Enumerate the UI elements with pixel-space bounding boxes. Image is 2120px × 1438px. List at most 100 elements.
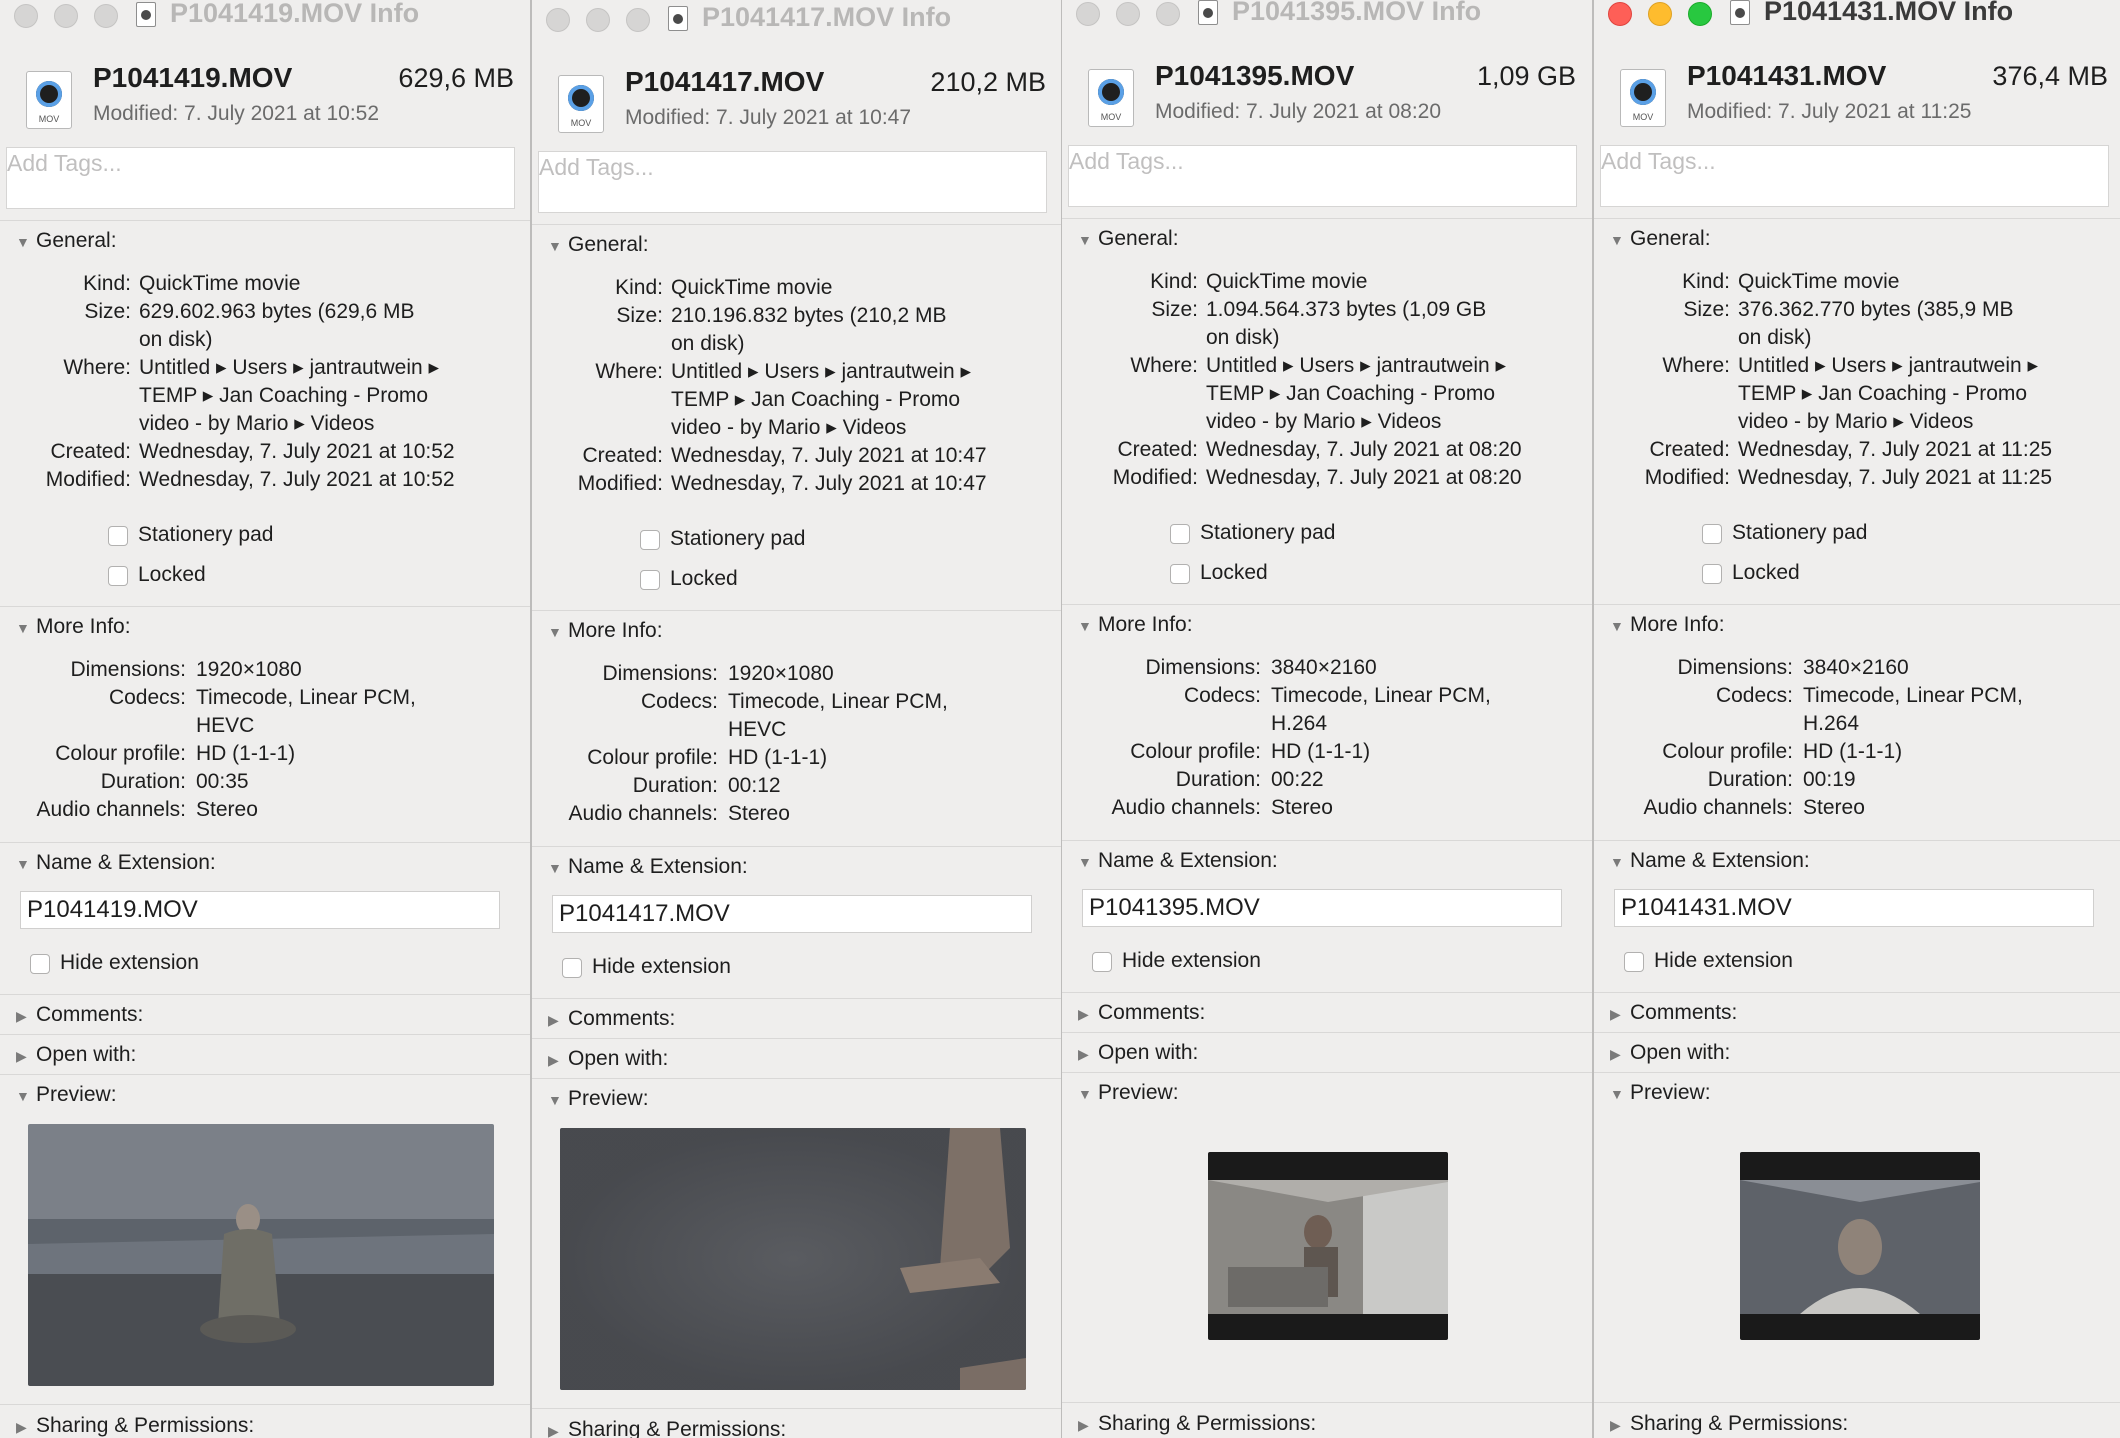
preview-section[interactable]: ▼ Preview: [1610, 1081, 1711, 1105]
stationery-pad-checkbox[interactable] [108, 526, 128, 546]
name-extension-section[interactable]: ▼ Name & Extension: [548, 855, 748, 879]
name-extension-section[interactable]: ▼ Name & Extension: [1610, 849, 1810, 873]
disclosure-open-icon[interactable]: ▼ [548, 860, 568, 876]
name-extension-section[interactable]: ▼ Name & Extension: [16, 851, 216, 875]
general-section[interactable]: ▼ General: [548, 233, 649, 257]
stationery-pad-checkbox[interactable] [640, 530, 660, 550]
title-bar[interactable]: P1041417.MOV Info [532, 0, 1062, 32]
locked-checkbox[interactable] [1702, 564, 1722, 584]
general-section[interactable]: ▼ General: [1078, 227, 1179, 251]
disclosure-open-icon[interactable]: ▼ [1610, 232, 1630, 248]
disclosure-closed-icon[interactable]: ▶ [16, 1048, 36, 1065]
comments-section[interactable]: ▶ Comments: [16, 1003, 143, 1027]
disclosure-closed-icon[interactable]: ▶ [548, 1052, 568, 1069]
disclosure-closed-icon[interactable]: ▶ [16, 1419, 36, 1436]
minimize-button[interactable] [1116, 2, 1140, 26]
disclosure-closed-icon[interactable]: ▶ [1078, 1417, 1098, 1434]
tags-field[interactable]: Add Tags... [6, 147, 515, 209]
disclosure-closed-icon[interactable]: ▶ [1078, 1006, 1098, 1023]
open-with-section[interactable]: ▶ Open with: [1610, 1041, 1730, 1065]
disclosure-open-icon[interactable]: ▼ [1610, 1086, 1630, 1102]
zoom-button[interactable] [1688, 2, 1712, 26]
hide-extension-checkbox[interactable] [562, 958, 582, 978]
info-window[interactable]: P1041419.MOV Info MOV P1041419.MOV 629,6 MB… [0, 0, 530, 1438]
tags-field[interactable]: Add Tags... [1600, 145, 2109, 207]
more-info-section[interactable]: ▼ More Info: [1610, 613, 1725, 637]
name-extension-input[interactable]: P1041419.MOV [20, 891, 500, 929]
preview-section[interactable]: ▼ Preview: [1078, 1081, 1179, 1105]
sharing-permissions-section[interactable]: ▶ Sharing & Permissions: [16, 1414, 254, 1438]
close-button[interactable] [1608, 2, 1632, 26]
disclosure-closed-icon[interactable]: ▶ [1610, 1417, 1630, 1434]
open-with-section[interactable]: ▶ Open with: [16, 1043, 136, 1067]
disclosure-closed-icon[interactable]: ▶ [1610, 1006, 1630, 1023]
name-extension-input[interactable]: P1041431.MOV [1614, 889, 2094, 927]
stationery-pad-checkbox[interactable] [1170, 524, 1190, 544]
hide-extension-checkbox[interactable] [30, 954, 50, 974]
general-section[interactable]: ▼ General: [16, 229, 117, 253]
disclosure-closed-icon[interactable]: ▶ [1610, 1046, 1630, 1063]
zoom-button[interactable] [1156, 2, 1180, 26]
locked-checkbox[interactable] [1170, 564, 1190, 584]
tags-field[interactable]: Add Tags... [538, 151, 1047, 213]
zoom-button[interactable] [94, 4, 118, 28]
disclosure-open-icon[interactable]: ▼ [548, 624, 568, 640]
info-window[interactable]: P1041417.MOV Info MOV P1041417.MOV 210,2 MB… [532, 0, 1062, 1438]
close-button[interactable] [546, 8, 570, 32]
zoom-button[interactable] [626, 8, 650, 32]
disclosure-open-icon[interactable]: ▼ [1078, 1086, 1098, 1102]
tags-field[interactable]: Add Tags... [1068, 145, 1577, 207]
minimize-button[interactable] [586, 8, 610, 32]
open-with-section[interactable]: ▶ Open with: [1078, 1041, 1198, 1065]
disclosure-open-icon[interactable]: ▼ [1078, 854, 1098, 870]
file-name: P1041419.MOV [93, 62, 293, 93]
size-row: Size: 376.362.770 bytes (385,9 MB [1594, 296, 2120, 324]
open-with-section[interactable]: ▶ Open with: [548, 1047, 668, 1071]
close-button[interactable] [14, 4, 38, 28]
hide-extension-checkbox[interactable] [1624, 952, 1644, 972]
disclosure-open-icon[interactable]: ▼ [16, 234, 36, 250]
disclosure-open-icon[interactable]: ▼ [1078, 618, 1098, 634]
more-info-section[interactable]: ▼ More Info: [16, 615, 131, 639]
sharing-permissions-section[interactable]: ▶ Sharing & Permissions: [1078, 1412, 1316, 1436]
info-window[interactable]: P1041395.MOV Info MOV P1041395.MOV 1,09 GB M… [1062, 0, 1592, 1438]
disclosure-closed-icon[interactable]: ▶ [1078, 1046, 1098, 1063]
locked-checkbox[interactable] [108, 566, 128, 586]
more-info-section[interactable]: ▼ More Info: [1078, 613, 1193, 637]
comments-section[interactable]: ▶ Comments: [1610, 1001, 1737, 1025]
quicktime-logo-icon [36, 81, 62, 107]
title-bar[interactable]: P1041431.MOV Info [1594, 0, 2120, 30]
file-name: P1041417.MOV [625, 66, 825, 97]
preview-section[interactable]: ▼ Preview: [548, 1087, 649, 1111]
disclosure-closed-icon[interactable]: ▶ [548, 1423, 568, 1438]
minimize-button[interactable] [54, 4, 78, 28]
hide-extension-checkbox[interactable] [1092, 952, 1112, 972]
disclosure-open-icon[interactable]: ▼ [548, 1092, 568, 1108]
disclosure-closed-icon[interactable]: ▶ [548, 1012, 568, 1029]
disclosure-open-icon[interactable]: ▼ [1078, 232, 1098, 248]
name-extension-input[interactable]: P1041395.MOV [1082, 889, 1562, 927]
disclosure-open-icon[interactable]: ▼ [548, 238, 568, 254]
name-extension-section[interactable]: ▼ Name & Extension: [1078, 849, 1278, 873]
disclosure-open-icon[interactable]: ▼ [1610, 854, 1630, 870]
disclosure-open-icon[interactable]: ▼ [16, 620, 36, 636]
sharing-permissions-section[interactable]: ▶ Sharing & Permissions: [1610, 1412, 1848, 1436]
title-bar[interactable]: P1041419.MOV Info [0, 0, 530, 30]
general-section[interactable]: ▼ General: [1610, 227, 1711, 251]
comments-section[interactable]: ▶ Comments: [1078, 1001, 1205, 1025]
disclosure-open-icon[interactable]: ▼ [16, 1088, 36, 1104]
stationery-pad-checkbox[interactable] [1702, 524, 1722, 544]
minimize-button[interactable] [1648, 2, 1672, 26]
name-extension-input[interactable]: P1041417.MOV [552, 895, 1032, 933]
comments-section[interactable]: ▶ Comments: [548, 1007, 675, 1031]
preview-section[interactable]: ▼ Preview: [16, 1083, 117, 1107]
disclosure-closed-icon[interactable]: ▶ [16, 1008, 36, 1025]
close-button[interactable] [1076, 2, 1100, 26]
info-window[interactable]: P1041431.MOV Info MOV P1041431.MOV 376,4 MB… [1594, 0, 2120, 1438]
disclosure-open-icon[interactable]: ▼ [16, 856, 36, 872]
sharing-permissions-section[interactable]: ▶ Sharing & Permissions: [548, 1418, 786, 1438]
locked-checkbox[interactable] [640, 570, 660, 590]
title-bar[interactable]: P1041395.MOV Info [1062, 0, 1592, 30]
more-info-section[interactable]: ▼ More Info: [548, 619, 663, 643]
disclosure-open-icon[interactable]: ▼ [1610, 618, 1630, 634]
